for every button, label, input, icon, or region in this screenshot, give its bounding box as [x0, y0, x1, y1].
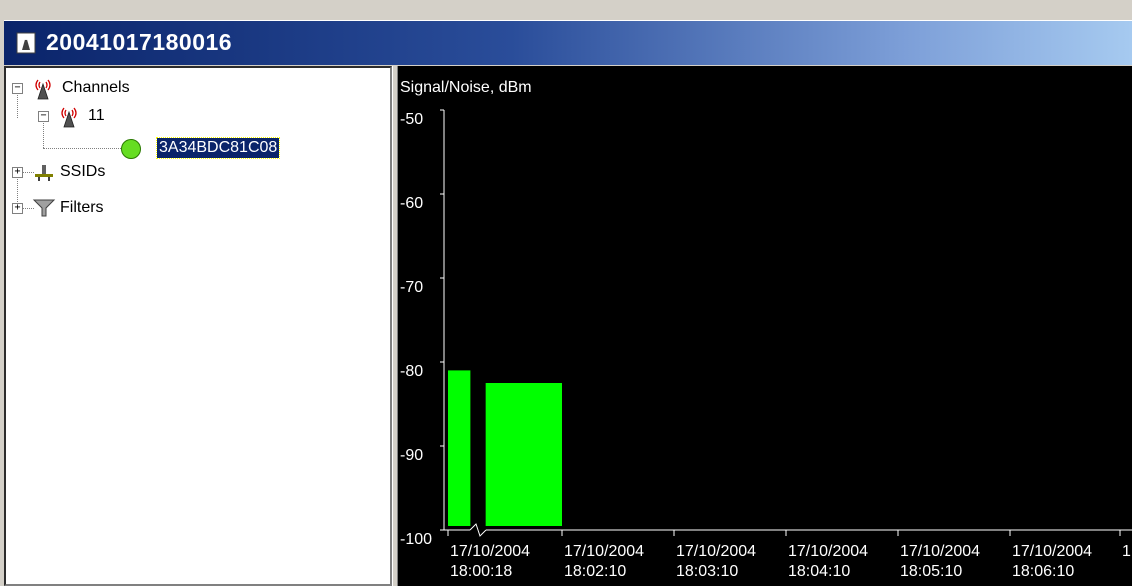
x-tick-label: 17/10/2004 [788, 543, 868, 560]
y-tick-label: -90 [400, 447, 423, 464]
window-title: 20041017180016 [46, 29, 233, 55]
signal-bar [448, 370, 471, 526]
signal-noise-chart: Signal/Noise, dBm -50 -60 -70 -80 -90 -100 17/1… [398, 66, 1132, 586]
y-tick-label: -60 [400, 195, 423, 212]
x-tick-label: 1 [1122, 543, 1131, 560]
funnel-icon [32, 199, 56, 217]
antenna-icon [35, 79, 51, 100]
antenna-icon [61, 107, 77, 128]
tree-item-label: 11 [88, 107, 105, 124]
tree-item-channel-11[interactable]: − 11 [38, 106, 138, 128]
x-tick-label: 18:06:10 [1012, 563, 1074, 580]
tree-item-label: 3A34BDC81C08 [155, 137, 281, 159]
chart-svg: Signal/Noise, dBm -50 -60 -70 -80 -90 -100 17/1… [400, 79, 1132, 580]
x-tick-label: 17/10/2004 [676, 543, 756, 560]
tree-item-ssids[interactable]: + SSIDs [12, 162, 172, 182]
tree-connector [43, 148, 121, 149]
expand-toggle[interactable]: + [12, 167, 23, 178]
network-icon [35, 165, 53, 181]
green-circle-icon [121, 139, 141, 159]
y-axis-label: Signal/Noise, dBm [400, 79, 532, 96]
expand-toggle[interactable]: + [12, 203, 23, 214]
tree-item-label: Channels [62, 79, 130, 96]
tree-view[interactable]: − Channels − 11 3A34BDC81C08 + SSIDs + F… [4, 66, 392, 586]
tree-item-filters[interactable]: + Filters [12, 198, 172, 218]
y-tick-label: -100 [400, 531, 432, 548]
x-tick-label: 17/10/2004 [564, 543, 644, 560]
tree-item-label: Filters [60, 199, 104, 216]
signal-bar [485, 383, 562, 526]
x-tick-label: 18:04:10 [788, 563, 850, 580]
y-tick-label: -70 [400, 279, 423, 296]
x-tick-label: 18:03:10 [676, 563, 738, 580]
collapse-toggle[interactable]: − [38, 111, 49, 122]
x-tick-label: 17/10/2004 [1012, 543, 1092, 560]
x-tick-label: 17/10/2004 [450, 543, 530, 560]
axis-break-marker [469, 523, 487, 537]
window-titlebar[interactable]: 20041017180016 [4, 20, 1132, 65]
x-tick-label: 18:02:10 [564, 563, 626, 580]
x-tick-label: 18:05:10 [900, 563, 962, 580]
x-tick-label: 18:00:18 [450, 563, 512, 580]
capture-document-icon [16, 32, 36, 54]
tree-item-access-point[interactable]: 3A34BDC81C08 [121, 137, 321, 159]
tree-item-label: SSIDs [60, 163, 106, 180]
y-tick-label: -50 [400, 111, 423, 128]
x-tick-label: 17/10/2004 [900, 543, 980, 560]
tree-item-channels[interactable]: − Channels [12, 78, 192, 100]
y-tick-label: -80 [400, 363, 423, 380]
collapse-toggle[interactable]: − [12, 83, 23, 94]
